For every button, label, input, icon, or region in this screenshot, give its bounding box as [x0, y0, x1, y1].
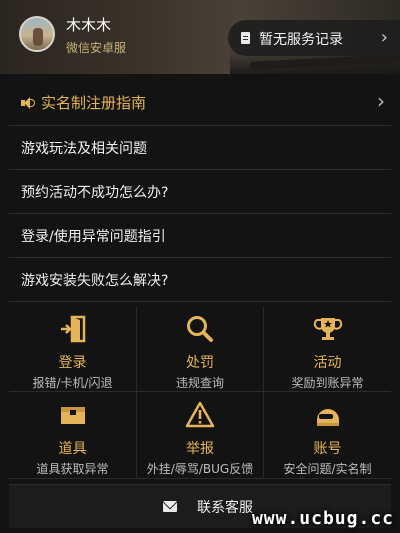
category-items[interactable]: 道具 道具获取异常 [9, 392, 137, 479]
mail-icon [163, 501, 177, 512]
category-desc: 违规查询 [175, 376, 224, 390]
list-item[interactable]: 登录/使用异常问题指引 [9, 214, 391, 258]
category-desc: 报错/卡机/闪退 [32, 376, 113, 390]
list-item[interactable]: 预约活动不成功怎么办? [9, 170, 391, 214]
category-penalty[interactable]: 处罚 违规查询 [137, 306, 264, 392]
trophy-icon [313, 318, 342, 340]
category-desc: 奖励到账异常 [291, 376, 364, 390]
list-item-label: 游戏玩法及相关问题 [21, 140, 147, 157]
document-icon [241, 32, 250, 44]
category-desc: 安全问题/实名制 [283, 462, 372, 476]
service-record-label: 暂无服务记录 [259, 32, 343, 48]
category-title: 道具 [58, 441, 87, 457]
chevron-right-icon: › [380, 27, 388, 48]
contact-support-label: 联系客服 [197, 500, 253, 516]
profile-header: 木木木 微信安卓服 暂无服务记录 › [0, 0, 400, 74]
list-item[interactable]: 游戏玩法及相关问题 [9, 126, 391, 170]
chevron-right-icon: › [377, 89, 385, 113]
username: 木木木 [66, 16, 112, 34]
list-item[interactable]: 游戏安装失败怎么解决? [9, 258, 391, 302]
magnifier-icon [187, 316, 213, 342]
category-grid: 登录 报错/卡机/闪退 处罚 违规查询 活动 奖励到账异常 道具 道具获取异常 [9, 306, 391, 479]
crate-icon [60, 407, 85, 424]
category-title: 活动 [313, 355, 342, 371]
list-item-label: 游戏安装失败怎么解决? [21, 272, 169, 289]
category-desc: 道具获取异常 [36, 462, 109, 476]
faq-list: 实名制注册指南 › 游戏玩法及相关问题 预约活动不成功怎么办? 登录/使用异常问… [9, 80, 391, 302]
category-title: 处罚 [186, 355, 214, 371]
server-label: 微信安卓服 [66, 41, 127, 55]
service-record-button[interactable]: 暂无服务记录 › [228, 20, 400, 56]
category-title: 登录 [58, 355, 87, 371]
speaker-icon [21, 96, 35, 110]
helmet-icon [316, 409, 339, 426]
avatar[interactable] [19, 16, 55, 52]
category-title: 举报 [186, 441, 214, 457]
category-report[interactable]: 举报 外挂/辱骂/BUG反馈 [137, 392, 264, 479]
category-title: 账号 [313, 441, 342, 457]
watermark: www.ucbug.cc [251, 508, 394, 529]
list-item-label: 登录/使用异常问题指引 [21, 228, 166, 245]
category-desc: 外挂/辱骂/BUG反馈 [146, 462, 254, 476]
realname-guide-label: 实名制注册指南 [41, 94, 147, 112]
category-login[interactable]: 登录 报错/卡机/闪退 [9, 306, 137, 392]
realname-guide-item[interactable]: 实名制注册指南 › [9, 80, 391, 126]
category-activity[interactable]: 活动 奖励到账异常 [264, 306, 391, 392]
warning-icon [185, 401, 215, 428]
list-item-label: 预约活动不成功怎么办? [21, 184, 169, 201]
category-account[interactable]: 账号 安全问题/实名制 [264, 392, 391, 479]
door-login-icon [60, 315, 85, 343]
